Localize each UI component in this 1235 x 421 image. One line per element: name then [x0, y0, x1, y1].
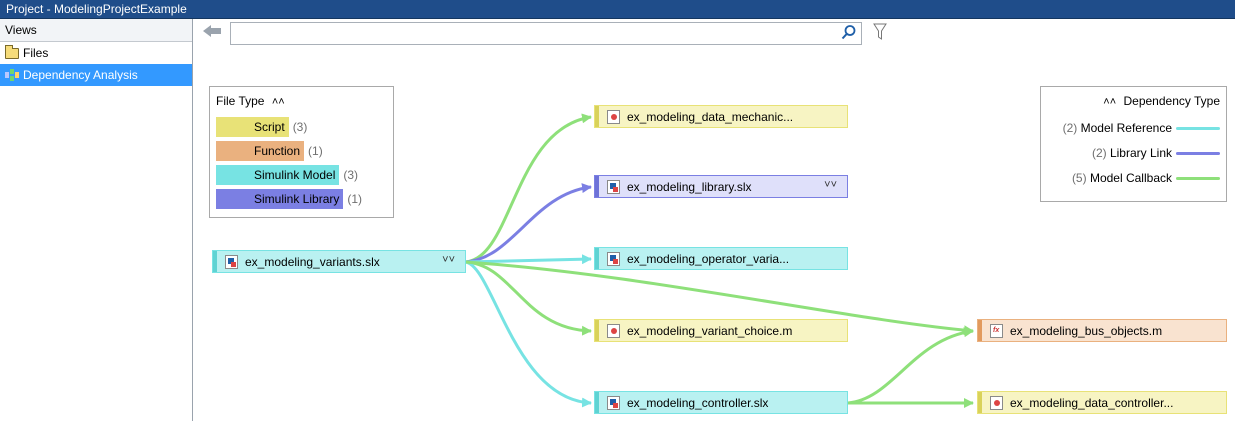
back-arrow-icon[interactable] — [202, 24, 224, 40]
file-type-legend-title: File Type — [216, 94, 265, 108]
legend-item-model-reference: (2) Model Reference — [1041, 117, 1226, 139]
legend-item-simulink-library: Simulink Library (1) — [216, 188, 362, 210]
legend-item-model-callback: (5) Model Callback — [1041, 167, 1226, 189]
file-type-legend-header[interactable]: File Type ˄˄ — [216, 94, 285, 108]
edge-variants-to-controller — [464, 260, 592, 408]
legend-item-simulink-model: Simulink Model (3) — [216, 164, 362, 186]
model-reference-line — [1176, 126, 1220, 130]
node-label: ex_modeling_variants.slx — [245, 254, 380, 269]
sidebar-item-dependency-analysis[interactable]: Dependency Analysis — [0, 64, 192, 86]
legend-count: (3) — [292, 120, 308, 134]
expand-chevron-icon[interactable]: ˅˅ — [442, 254, 455, 266]
legend-color-swatch — [216, 189, 254, 209]
simulink-model-file-icon — [225, 254, 238, 269]
node-controller[interactable]: ex_modeling_controller.slx — [594, 391, 848, 414]
sidebar-item-label: Dependency Analysis — [23, 68, 138, 82]
node-label: ex_modeling_library.slx — [627, 179, 752, 194]
node-bus-objects[interactable]: fx ex_modeling_bus_objects.m — [977, 319, 1227, 342]
simulink-model-file-icon — [607, 395, 620, 410]
legend-count: (1) — [308, 144, 323, 158]
node-library[interactable]: ex_modeling_library.slx ˅˅ — [594, 175, 848, 198]
legend-color-swatch — [216, 117, 254, 137]
library-link-line — [1176, 151, 1220, 155]
edge-controller-to-bus-objects — [847, 327, 974, 405]
legend-count: (3) — [343, 168, 359, 182]
model-callback-line — [1176, 176, 1220, 180]
function-file-icon: fx — [990, 323, 1003, 338]
search-input[interactable] — [230, 22, 862, 45]
dependency-type-legend: ˄˄ Dependency Type (2) Model Reference (… — [1040, 86, 1227, 202]
legend-label: Function — [254, 141, 305, 161]
dependency-graph-icon — [5, 69, 19, 81]
script-file-icon — [990, 395, 1003, 410]
node-data-controller[interactable]: ex_modeling_data_controller... — [977, 391, 1227, 414]
dependency-graph-canvas[interactable]: File Type ˄˄ Script (3) Function (1) Simulin… — [193, 69, 1235, 421]
filter-icon[interactable] — [873, 23, 889, 41]
node-data-mechanic[interactable]: ex_modeling_data_mechanic... — [594, 105, 848, 128]
node-label: ex_modeling_controller.slx — [627, 395, 769, 410]
legend-label: Simulink Library — [254, 189, 344, 209]
edge-variants-to-operator — [464, 254, 592, 265]
node-label: ex_modeling_data_mechanic... — [627, 109, 794, 124]
node-operator[interactable]: ex_modeling_operator_varia... — [594, 247, 848, 270]
node-label: ex_modeling_bus_objects.m — [1010, 323, 1163, 338]
node-variant-choice[interactable]: ex_modeling_variant_choice.m — [594, 319, 848, 342]
dependency-type-legend-title: Dependency Type — [1123, 94, 1220, 108]
window-title: Project - ModelingProjectExample — [0, 0, 1235, 19]
simulink-model-file-icon — [607, 251, 620, 266]
script-file-icon — [607, 323, 620, 338]
legend-item-script: Script (3) — [216, 116, 362, 138]
simulink-library-file-icon — [607, 179, 620, 194]
file-type-legend: File Type ˄˄ Script (3) Function (1) Simulin… — [209, 86, 394, 218]
dependency-type-legend-header[interactable]: ˄˄ Dependency Type — [1103, 94, 1220, 108]
views-header: Views — [0, 19, 192, 42]
legend-label: Simulink Model — [254, 165, 340, 185]
node-label: ex_modeling_operator_varia... — [627, 251, 790, 266]
collapse-chevron-icon[interactable]: ˄˄ — [272, 96, 285, 108]
folder-icon — [5, 44, 19, 59]
node-label: ex_modeling_data_controller... — [1010, 395, 1174, 410]
legend-color-swatch — [216, 141, 254, 161]
expand-chevron-icon[interactable]: ˅˅ — [824, 179, 837, 191]
search-icon[interactable] — [839, 24, 859, 43]
legend-count: (1) — [347, 192, 363, 206]
views-panel: Views Files Dependency Analysis — [0, 19, 193, 421]
legend-label: Script — [254, 117, 289, 137]
edge-variants-to-data-mechanic — [464, 113, 592, 264]
sidebar-item-label: Files — [23, 46, 49, 60]
toolbar — [193, 19, 1235, 69]
legend-item-function: Function (1) — [216, 140, 362, 162]
sidebar-item-files[interactable]: Files — [0, 42, 192, 64]
node-variants[interactable]: ex_modeling_variants.slx ˅˅ — [212, 250, 466, 273]
legend-item-library-link: (2) Library Link — [1041, 142, 1226, 164]
node-label: ex_modeling_variant_choice.m — [627, 323, 793, 338]
script-file-icon — [607, 109, 620, 124]
collapse-chevron-icon[interactable]: ˄˄ — [1103, 96, 1116, 108]
legend-color-swatch — [216, 165, 254, 185]
